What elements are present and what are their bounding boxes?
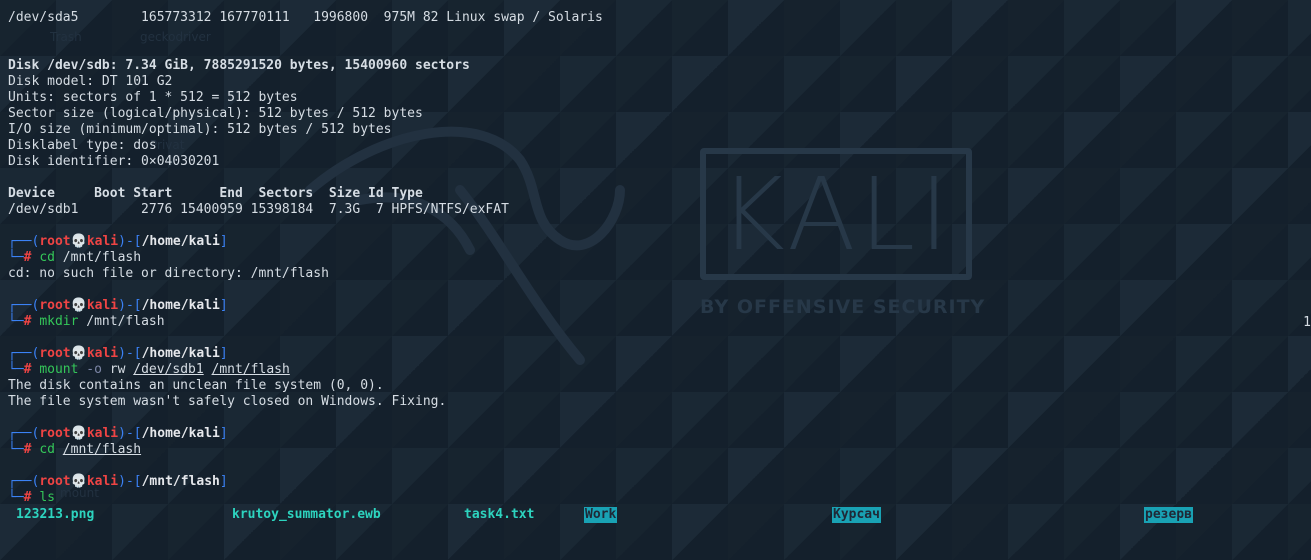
truncated-edge-text: 1 [1303, 315, 1311, 330]
ls-file-entry: 123213.png [16, 507, 95, 522]
shell-prompt: ┌──(root💀kali)-[/home/kali] [8, 426, 228, 441]
skull-icon: 💀 [70, 346, 87, 361]
partition-table-header: Device Boot Start End Sectors Size Id Ty… [8, 186, 423, 201]
terminal-output[interactable]: /dev/sda5 165773312 167770111 1996800 97… [8, 10, 1311, 506]
command-output: cd: no such file or directory: /mnt/flas… [8, 266, 329, 281]
disk-sector-size: Sector size (logical/physical): 512 byte… [8, 106, 423, 121]
ls-file-entry: task4.txt [464, 507, 535, 522]
skull-icon: 💀 [70, 298, 87, 313]
command-line: └─# cd /mnt/flash [8, 442, 142, 457]
disk-units: Units: sectors of 1 * 512 = 512 bytes [8, 90, 298, 105]
disk-model: Disk model: DT 101 G2 [8, 74, 173, 89]
skull-icon: 💀 [70, 426, 87, 441]
disk-header: Disk /dev/sdb: 7.34 GiB, 7885291520 byte… [8, 58, 470, 73]
ls-dir-entry: резерв [1144, 507, 1193, 523]
fdisk-partition-row: /dev/sda5 165773312 167770111 1996800 97… [8, 10, 603, 25]
disk-io-size: I/O size (minimum/optimal): 512 bytes / … [8, 122, 392, 137]
shell-prompt: ┌──(root💀kali)-[/home/kali] [8, 346, 228, 361]
shell-prompt: ┌──(root💀kali)-[/mnt/flash] [8, 474, 228, 489]
ls-dir-entry: Work [584, 507, 618, 523]
shell-prompt: ┌──(root💀kali)-[/home/kali] [8, 298, 228, 313]
command-output: The disk contains an unclean file system… [8, 378, 384, 393]
command-line: └─# cd /mnt/flash [8, 250, 142, 265]
command-line: └─# ls [8, 490, 55, 505]
command-line: └─# mount -o rw /dev/sdb1 /mnt/flash [8, 362, 290, 377]
ls-dir-entry: Курсач [832, 507, 881, 523]
ls-output: 123213.png krutoy_summator.ewb task4.txt… [0, 506, 1311, 524]
shell-prompt: ┌──(root💀kali)-[/home/kali] [8, 234, 228, 249]
skull-icon: 💀 [70, 474, 87, 489]
disk-label-type: Disklabel type: dos [8, 138, 157, 153]
ls-file-entry: krutoy_summator.ewb [232, 507, 381, 522]
skull-icon: 💀 [70, 234, 87, 249]
command-line: └─# mkdir /mnt/flash [8, 314, 165, 329]
disk-identifier: Disk identifier: 0×04030201 [8, 154, 220, 169]
command-output: The file system wasn't safely closed on … [8, 394, 447, 409]
partition-table-row: /dev/sdb1 2776 15400959 15398184 7.3G 7 … [8, 202, 509, 217]
